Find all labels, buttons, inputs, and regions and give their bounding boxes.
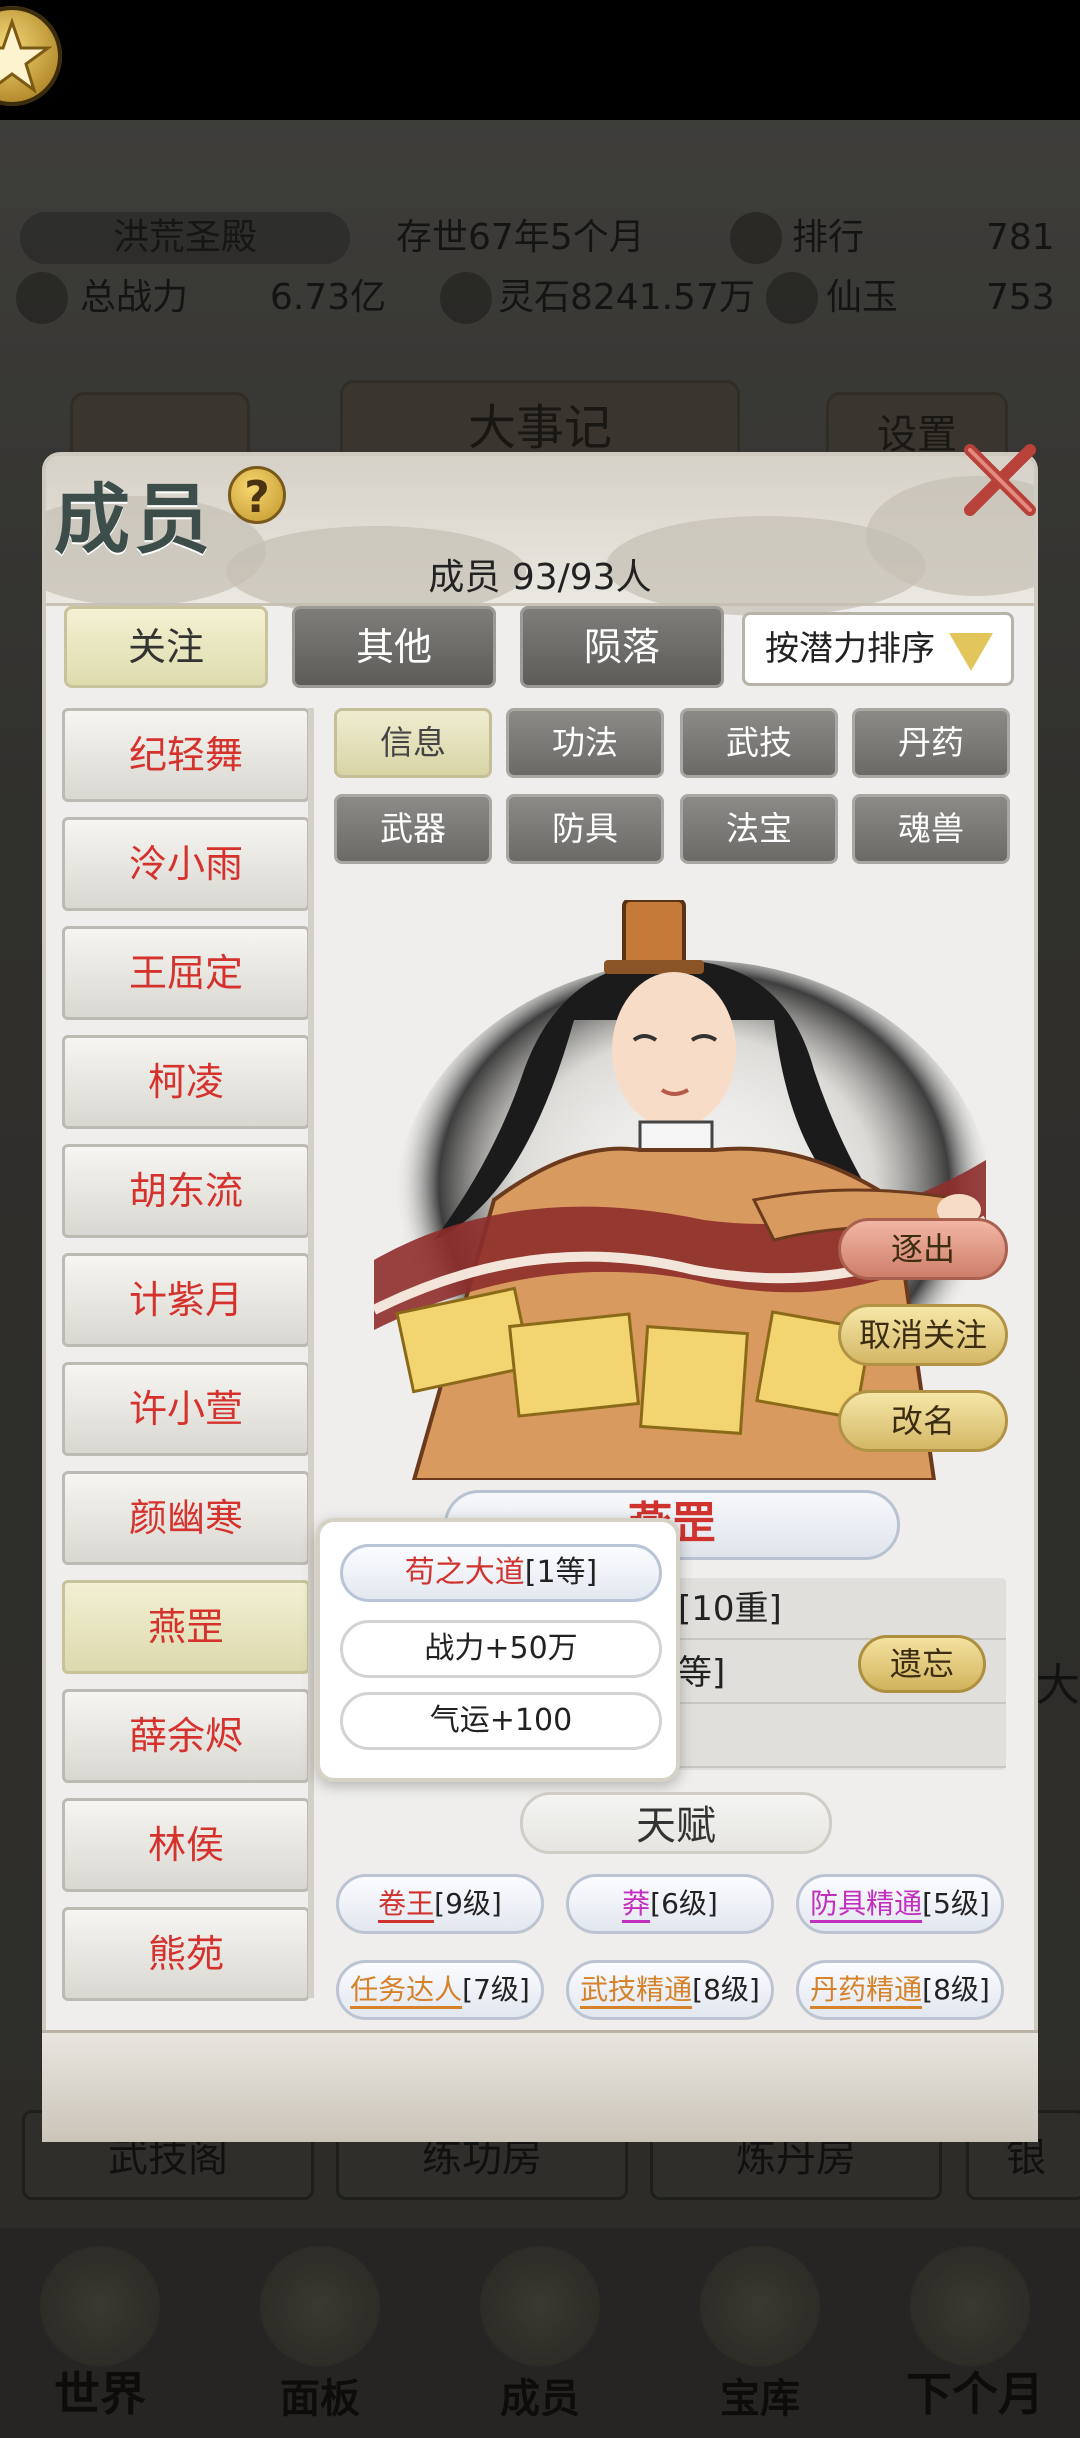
talent-chip[interactable]: 武技精通[8级] bbox=[566, 1960, 774, 2020]
list-item[interactable]: 薛余烬 bbox=[62, 1689, 310, 1783]
status-bar bbox=[0, 0, 1080, 120]
sort-dropdown[interactable]: 按潜力排序 bbox=[742, 612, 1014, 686]
talent-chip[interactable]: 防具精通[5级] bbox=[796, 1874, 1004, 1934]
list-item[interactable]: 柯凌 bbox=[62, 1035, 310, 1129]
skill-tooltip: 苟之大道[1等] 战力+50万 气运+100 bbox=[316, 1518, 680, 1782]
cat-tab-armor[interactable]: 防具 bbox=[506, 794, 664, 864]
cat-tab-artifact[interactable]: 法宝 bbox=[680, 794, 838, 864]
dropdown-triangle-icon bbox=[949, 633, 993, 671]
unfollow-button[interactable]: 取消关注 bbox=[838, 1304, 1008, 1366]
tooltip-skill-name: 苟之大道[1等] bbox=[340, 1544, 662, 1602]
close-icon[interactable] bbox=[960, 440, 1040, 520]
list-item[interactable]: 王屈定 bbox=[62, 926, 310, 1020]
list-item-selected[interactable]: 燕罡 bbox=[62, 1580, 310, 1674]
tooltip-power-bonus: 战力+50万 bbox=[340, 1620, 662, 1678]
tab-others[interactable]: 其他 bbox=[292, 606, 496, 688]
rename-button[interactable]: 改名 bbox=[838, 1390, 1008, 1452]
list-divider bbox=[308, 708, 314, 1998]
sort-label: 按潜力排序 bbox=[765, 629, 935, 669]
help-icon[interactable]: ? bbox=[228, 466, 286, 524]
list-item[interactable]: 许小萱 bbox=[62, 1362, 310, 1456]
member-count: 成员 93/93人 bbox=[428, 557, 652, 598]
talent-chip[interactable]: 卷王[9级] bbox=[336, 1874, 544, 1934]
cat-tab-weapon[interactable]: 武器 bbox=[334, 794, 492, 864]
skill-row bbox=[630, 1706, 1006, 1768]
list-item[interactable]: 熊苑 bbox=[62, 1907, 310, 2001]
list-item[interactable]: 林侯 bbox=[62, 1798, 310, 1892]
modal-footer-decor bbox=[42, 2030, 1038, 2142]
expel-button[interactable]: 逐出 bbox=[838, 1218, 1008, 1280]
tab-fallen[interactable]: 陨落 bbox=[520, 606, 724, 688]
cat-tab-pill[interactable]: 丹药 bbox=[852, 708, 1010, 778]
list-item[interactable]: 颜幽寒 bbox=[62, 1471, 310, 1565]
cat-tab-technique[interactable]: 功法 bbox=[506, 708, 664, 778]
cat-tab-info[interactable]: 信息 bbox=[334, 708, 492, 778]
tooltip-luck-bonus: 气运+100 bbox=[340, 1692, 662, 1750]
list-item[interactable]: 计紫月 bbox=[62, 1253, 310, 1347]
skill-row: [10重] bbox=[630, 1578, 1006, 1640]
list-item[interactable]: 纪轻舞 bbox=[62, 708, 310, 802]
list-item[interactable]: 胡东流 bbox=[62, 1144, 310, 1238]
cat-tab-soulbeast[interactable]: 魂兽 bbox=[852, 794, 1010, 864]
member-list: 纪轻舞 泠小雨 王屈定 柯凌 胡东流 计紫月 许小萱 颜幽寒 燕罡 薛余烬 林侯… bbox=[62, 708, 312, 2001]
cat-tab-martial[interactable]: 武技 bbox=[680, 708, 838, 778]
list-item[interactable]: 泠小雨 bbox=[62, 817, 310, 911]
tab-following[interactable]: 关注 bbox=[64, 606, 268, 688]
talent-chip[interactable]: 莽[6级] bbox=[566, 1874, 774, 1934]
forget-button[interactable]: 遗忘 bbox=[858, 1635, 986, 1693]
talent-chip[interactable]: 任务达人[7级] bbox=[336, 1960, 544, 2020]
talent-chip[interactable]: 丹药精通[8级] bbox=[796, 1960, 1004, 2020]
talent-title: 天赋 bbox=[520, 1792, 832, 1854]
